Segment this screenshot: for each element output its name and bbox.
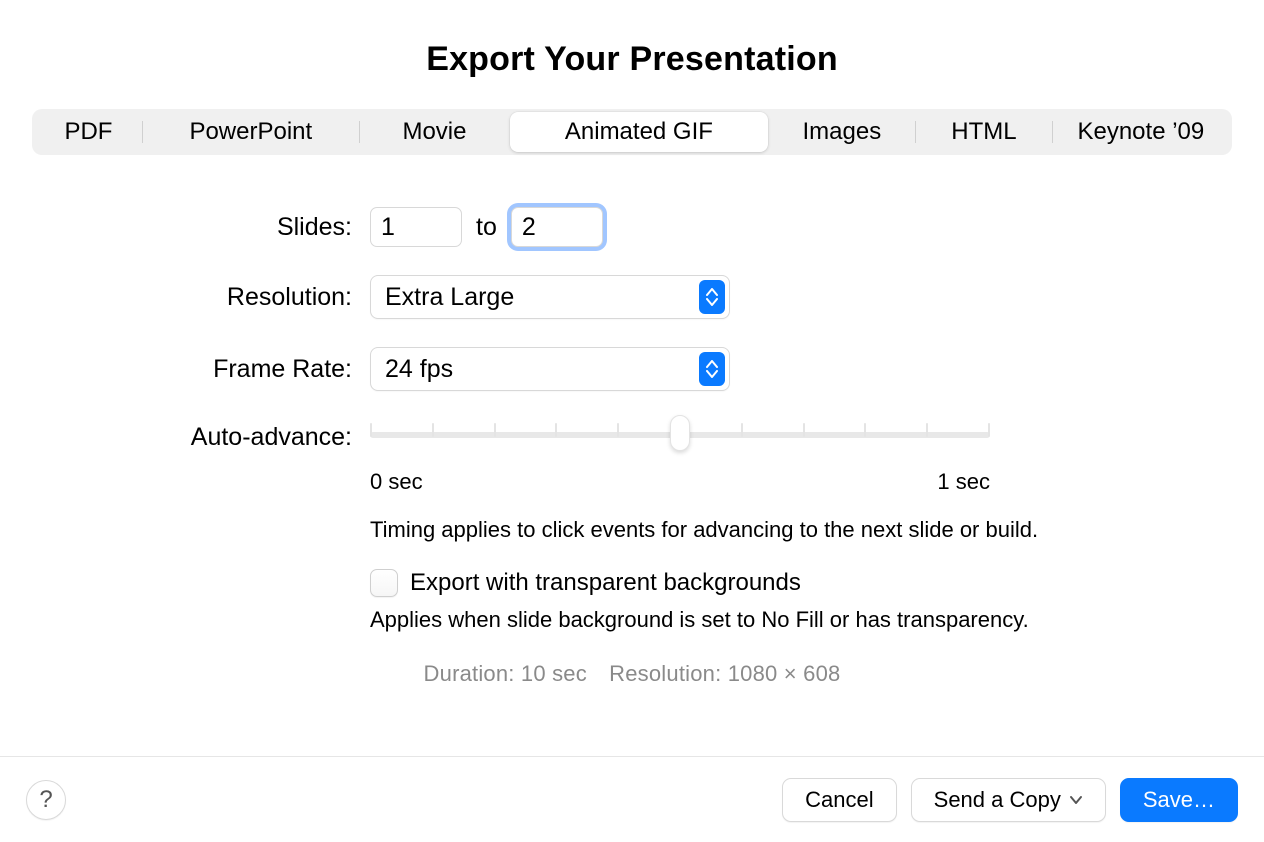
chevron-down-icon — [1069, 795, 1083, 805]
send-copy-button[interactable]: Send a Copy — [911, 778, 1106, 822]
resolution-row: Resolution: Extra Large — [0, 275, 1264, 319]
slides-row: Slides: to — [0, 207, 1264, 247]
resolution-value: Extra Large — [385, 283, 514, 312]
slider-min-label: 0 sec — [370, 469, 423, 495]
slides-to-input[interactable] — [511, 207, 603, 247]
transparent-label: Export with transparent backgrounds — [410, 569, 801, 597]
dialog-title: Export Your Presentation — [0, 0, 1264, 79]
slides-controls: to — [370, 207, 603, 247]
tab-animated-gif[interactable]: Animated GIF — [510, 112, 767, 152]
cancel-button[interactable]: Cancel — [782, 778, 896, 822]
framerate-value: 24 fps — [385, 355, 453, 384]
export-dialog: { "title": "Export Your Presentation", "… — [0, 0, 1264, 842]
framerate-label: Frame Rate: — [0, 355, 370, 384]
tab-powerpoint[interactable]: PowerPoint — [143, 112, 359, 152]
tab-pdf[interactable]: PDF — [35, 112, 142, 152]
help-button[interactable]: ? — [26, 780, 66, 820]
dialog-footer: ? Cancel Send a Copy Save… — [0, 756, 1264, 842]
autoadvance-help: Timing applies to click events for advan… — [370, 517, 1038, 543]
updown-icon — [699, 280, 725, 314]
transparent-checkbox[interactable] — [370, 569, 398, 597]
framerate-select[interactable]: 24 fps — [370, 347, 730, 391]
transparent-hint: Applies when slide background is set to … — [370, 607, 1038, 633]
tab-html[interactable]: HTML — [916, 112, 1052, 152]
export-form: Slides: to Resolution: Extra Large — [0, 207, 1264, 687]
transparent-row: Export with transparent backgrounds — [370, 569, 1038, 597]
slider-thumb[interactable] — [670, 415, 690, 451]
export-format-tabs: PDFPowerPointMovieAnimated GIFImagesHTML… — [32, 109, 1232, 155]
slides-from-input[interactable] — [370, 207, 462, 247]
slider-max-label: 1 sec — [937, 469, 990, 495]
slides-to-word: to — [476, 213, 497, 242]
export-summary: Duration: 10 sec Resolution: 1080 × 608 — [0, 661, 1264, 687]
resolution-select[interactable]: Extra Large — [370, 275, 730, 319]
slides-label: Slides: — [0, 213, 370, 242]
tab-movie[interactable]: Movie — [360, 112, 510, 152]
tab-images[interactable]: Images — [769, 112, 916, 152]
autoadvance-slider[interactable]: 0 sec 1 sec — [370, 419, 990, 495]
framerate-row: Frame Rate: 24 fps — [0, 347, 1264, 391]
updown-icon — [699, 352, 725, 386]
tab-keynote-09[interactable]: Keynote ’09 — [1053, 112, 1229, 152]
resolution-label: Resolution: — [0, 283, 370, 312]
save-button[interactable]: Save… — [1120, 778, 1238, 822]
autoadvance-row: Auto-advance: 0 sec 1 sec Timing — [0, 419, 1264, 633]
autoadvance-label: Auto-advance: — [0, 419, 370, 452]
